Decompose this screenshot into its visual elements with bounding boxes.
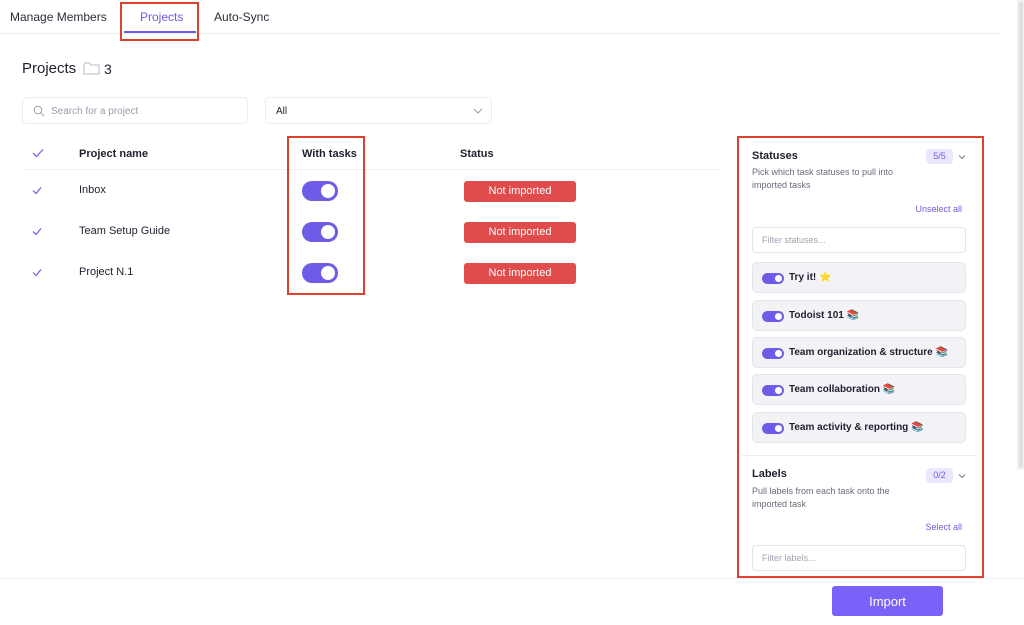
table-row: Inbox Not imported [22,171,720,211]
column-header-status: Status [460,148,494,160]
column-header-project-name: Project name [79,148,149,160]
row-check-icon[interactable] [32,268,42,277]
settings-panel-highlight-box [737,136,984,578]
project-count: 3 [104,61,112,77]
row-check-icon[interactable] [32,227,42,236]
status-badge: Not imported [464,222,576,243]
tab-auto-sync[interactable]: Auto-Sync [214,10,269,24]
row-check-icon[interactable] [32,186,42,195]
chevron-down-icon [473,108,483,114]
project-filter-value: All [276,106,288,117]
status-badge: Not imported [464,263,576,284]
tab-manage-members[interactable]: Manage Members [10,10,107,24]
search-icon [33,105,45,117]
with-tasks-highlight-box [287,136,365,295]
scrollbar-thumb[interactable] [1019,2,1023,468]
import-button[interactable]: Import [832,586,943,616]
status-badge: Not imported [464,181,576,202]
project-filter-select[interactable]: All [265,97,492,124]
project-name: Team Setup Guide [79,225,171,237]
table-header: Project name With tasks Status [22,140,720,170]
folder-icon [83,62,100,75]
page-title: Projects [22,60,77,77]
tab-highlight-box [120,2,199,41]
table-row: Project N.1 Not imported [22,253,720,293]
table-row: Team Setup Guide Not imported [22,212,720,252]
project-name: Project N.1 [79,266,134,278]
search-input[interactable] [51,102,241,120]
search-box [22,97,248,124]
select-all-check-icon[interactable] [32,148,44,158]
project-name: Inbox [79,184,106,196]
